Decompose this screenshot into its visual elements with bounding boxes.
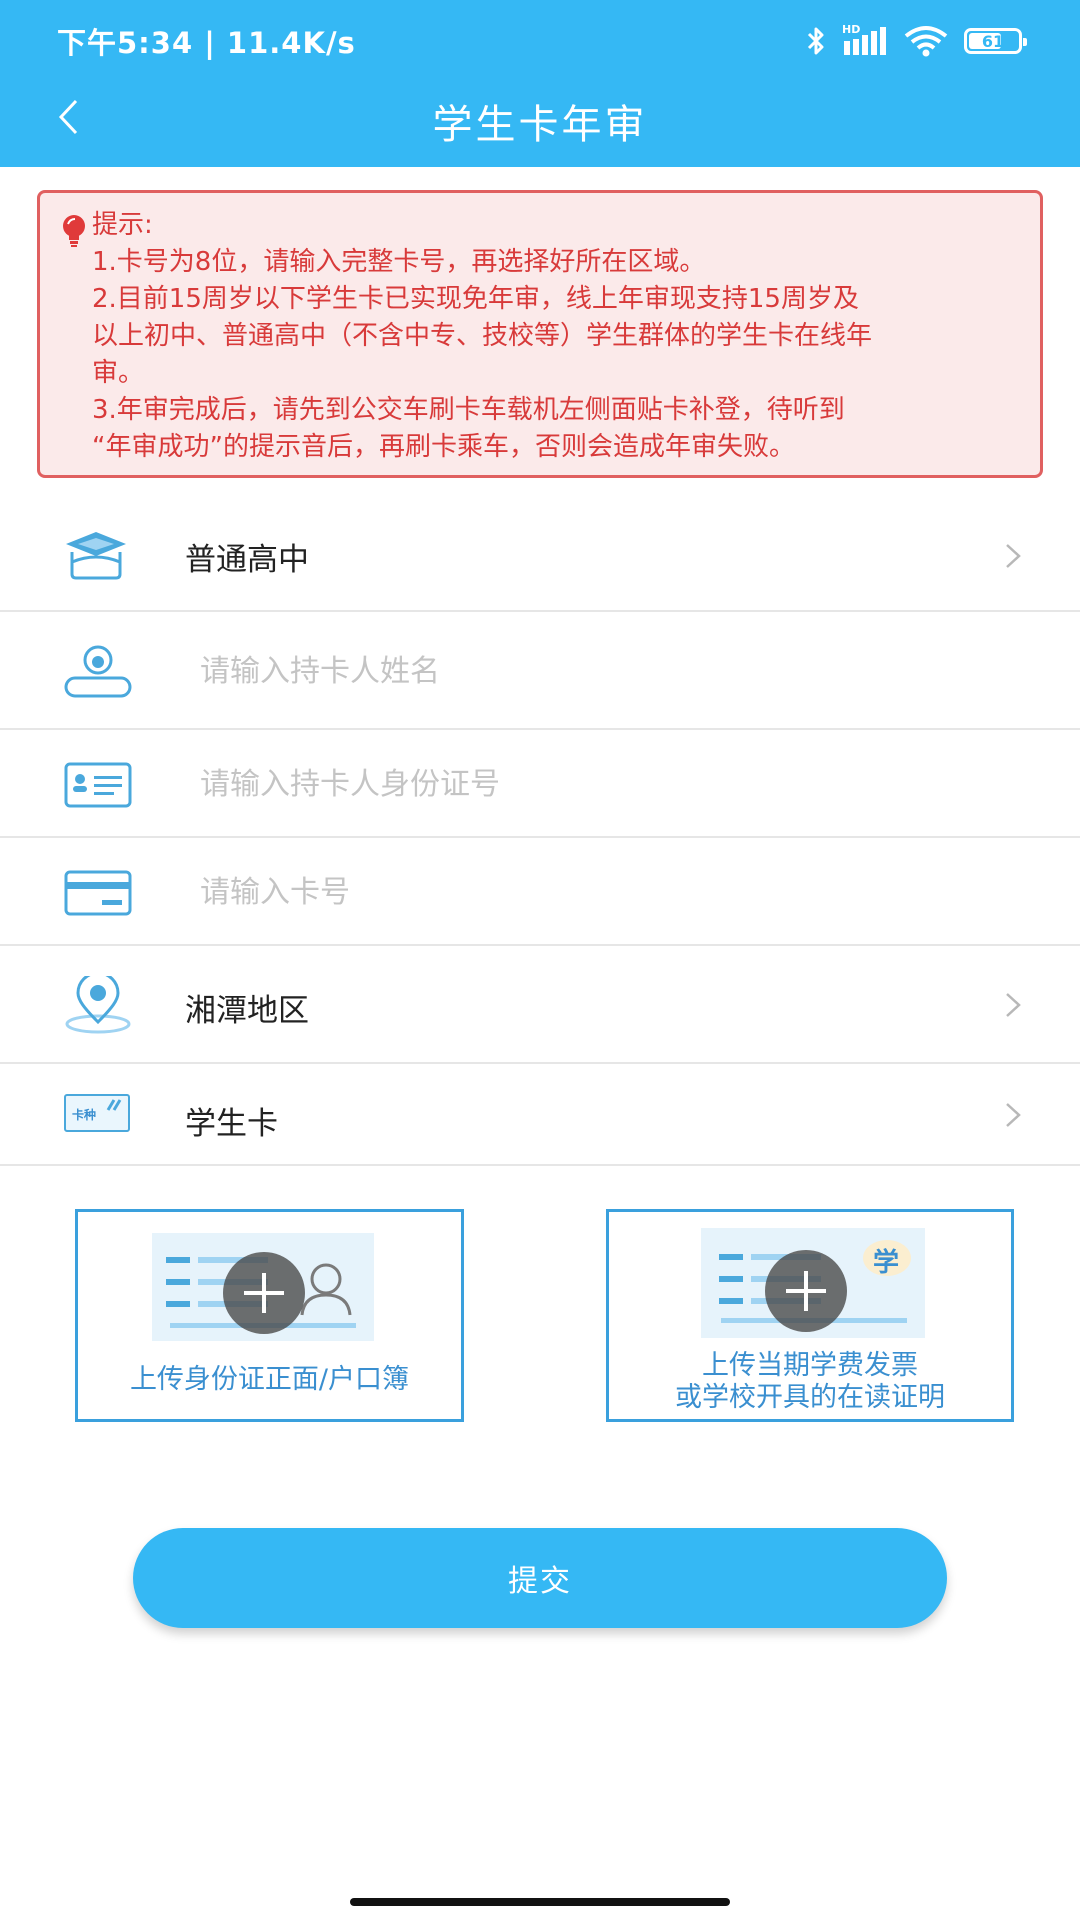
submit-button[interactable]: 提交 <box>133 1528 947 1628</box>
name-input[interactable] <box>198 612 1002 730</box>
region-selector[interactable]: 湘潭地区 <box>0 946 1080 1064</box>
school-type-value: 普通高中 <box>185 542 309 578</box>
chevron-right-icon <box>1006 544 1021 568</box>
card-number-row <box>0 838 1080 946</box>
chevron-right-icon <box>1006 993 1021 1017</box>
upload-id-card[interactable]: 上传身份证正面/户口簿 <box>75 1209 464 1422</box>
upload-id-card-caption: 上传身份证正面/户口簿 <box>129 1364 410 1395</box>
notice-line: 1.卡号为8位，请输入完整卡号，再选择好所在区域。 <box>92 247 706 277</box>
lightbulb-icon <box>63 215 85 247</box>
add-photo-icon <box>223 1252 305 1334</box>
graduation-cap-icon <box>66 532 126 580</box>
upload-school-proof-caption-1: 上传当期学费发票 <box>702 1350 918 1381</box>
status-bar: 下午5:34 | 11.4K/s HD 61 <box>0 0 1080 82</box>
notice-line: “年审成功”的提示音后，再刷卡乘车，否则会造成年审失败。 <box>92 432 795 462</box>
id-number-row <box>0 730 1080 838</box>
location-pin-icon <box>65 976 131 1034</box>
home-indicator[interactable] <box>350 1898 730 1906</box>
battery-level: 61 <box>981 31 1005 51</box>
region-value: 湘潭地区 <box>185 993 309 1029</box>
card-type-selector[interactable]: 卡种 学生卡 <box>0 1064 1080 1166</box>
battery-icon: 61 <box>964 28 1027 54</box>
card-type-badge: 卡种 <box>72 1108 97 1122</box>
signal-icon: HD <box>842 23 888 57</box>
status-icons: HD 61 <box>806 23 1027 58</box>
card-type-icon: 卡种 <box>64 1094 130 1132</box>
bluetooth-icon <box>807 27 824 55</box>
id-card-icon <box>64 762 132 808</box>
school-type-selector[interactable]: 普通高中 <box>0 500 1080 612</box>
notice-line: 审。 <box>92 358 145 388</box>
upload-school-proof[interactable]: 学 上传当期学费发票 或学校开具的在读证明 <box>606 1209 1014 1422</box>
chevron-right-icon <box>1006 1103 1021 1127</box>
app-header: 下午5:34 | 11.4K/s HD 61 学生卡年审 <box>0 0 1080 167</box>
id-number-input[interactable] <box>198 730 1002 838</box>
person-icon <box>64 645 132 698</box>
name-row <box>0 612 1080 730</box>
notice-line: 2.目前15周岁以下学生卡已实现免年审，线上年审现支持15周岁及 <box>92 284 859 314</box>
wifi-icon <box>904 26 948 57</box>
page-title: 学生卡年审 <box>432 102 648 148</box>
notice-box: 提示: 1.卡号为8位，请输入完整卡号，再选择好所在区域。 2.目前15周岁以下… <box>37 190 1043 478</box>
card-number-input[interactable] <box>198 838 1002 946</box>
form-list: 普通高中 请输入持卡人姓名 请输入持卡人身份证号 请输入卡号 湘潭地区 卡种 学… <box>0 500 1080 1166</box>
notice-line: 3.年审完成后，请先到公交车刷卡车载机左侧面贴卡补登，待听到 <box>92 395 845 425</box>
add-photo-icon <box>765 1250 847 1332</box>
status-time: 下午5:34 | 11.4K/s <box>57 26 356 60</box>
notice-title: 提示: <box>92 210 153 240</box>
notice-line: 以上初中、普通高中（不含中专、技校等）学生群体的学生卡在线年 <box>92 321 873 351</box>
student-badge: 学 <box>873 1248 900 1278</box>
card-type-value: 学生卡 <box>185 1106 278 1142</box>
bank-card-icon <box>64 870 132 916</box>
upload-school-proof-caption-2: 或学校开具的在读证明 <box>675 1382 945 1413</box>
